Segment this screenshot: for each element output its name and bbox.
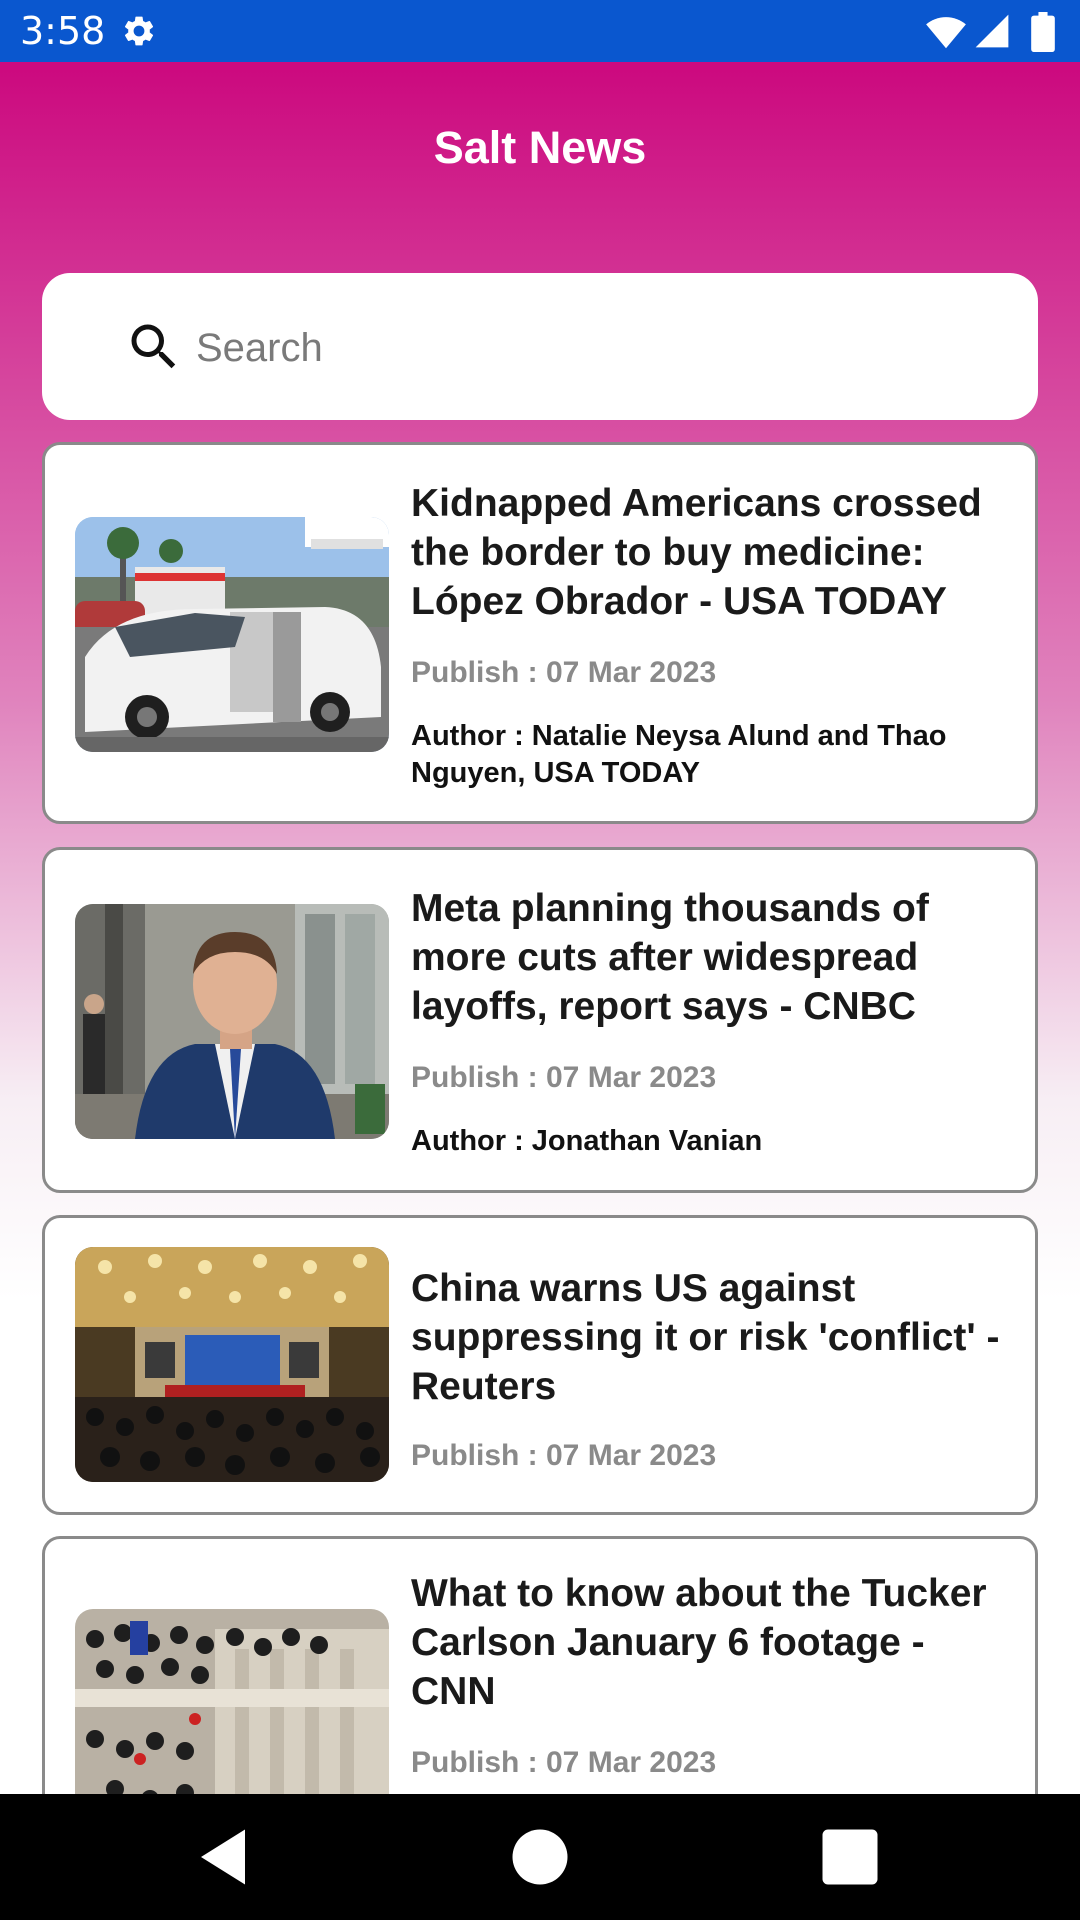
article-title[interactable]: China warns US against suppressing it or… xyxy=(411,1264,1011,1411)
article-thumbnail[interactable] xyxy=(75,1247,389,1482)
status-icons xyxy=(925,12,1056,52)
article-card[interactable]: Meta planning thousands of more cuts aft… xyxy=(42,847,1038,1193)
cell-signal-icon xyxy=(975,14,1008,48)
article-publish-date: Publish : 07 Mar 2023 xyxy=(411,1061,717,1094)
navigation-bar xyxy=(0,1794,1080,1920)
status-bar: 3:58 xyxy=(0,0,1080,62)
article-thumbnail[interactable] xyxy=(75,904,389,1139)
article-author: Author : Natalie Neysa Alund and Thao Ng… xyxy=(411,720,947,789)
article-thumbnail[interactable] xyxy=(75,517,389,752)
wifi-icon xyxy=(926,17,966,49)
article-title[interactable]: Meta planning thousands of more cuts aft… xyxy=(411,884,1011,1031)
search-bar[interactable] xyxy=(42,273,1038,420)
battery-icon xyxy=(1031,12,1055,52)
article-title[interactable]: What to know about the Tucker Carlson Ja… xyxy=(411,1569,1011,1716)
home-icon[interactable] xyxy=(507,1824,573,1890)
page-title: Salt News xyxy=(433,122,647,173)
search-input[interactable] xyxy=(194,305,998,391)
article-title[interactable]: Kidnapped Americans crossed the border t… xyxy=(411,479,1011,626)
article-card[interactable]: China warns US against suppressing it or… xyxy=(42,1215,1038,1515)
article-publish-date: Publish : 07 Mar 2023 xyxy=(411,656,717,689)
article-card[interactable]: Kidnapped Americans crossed the border t… xyxy=(42,442,1038,824)
status-time: 3:58 xyxy=(20,9,106,53)
settings-gear-icon xyxy=(124,16,154,46)
article-author: Author : Jonathan Vanian xyxy=(411,1125,763,1157)
back-icon[interactable] xyxy=(190,1824,256,1890)
article-publish-date: Publish : 07 Mar 2023 xyxy=(411,1746,717,1779)
recents-icon[interactable] xyxy=(817,1824,883,1890)
search-icon[interactable] xyxy=(124,317,184,377)
article-publish-date: Publish : 07 Mar 2023 xyxy=(411,1439,717,1472)
